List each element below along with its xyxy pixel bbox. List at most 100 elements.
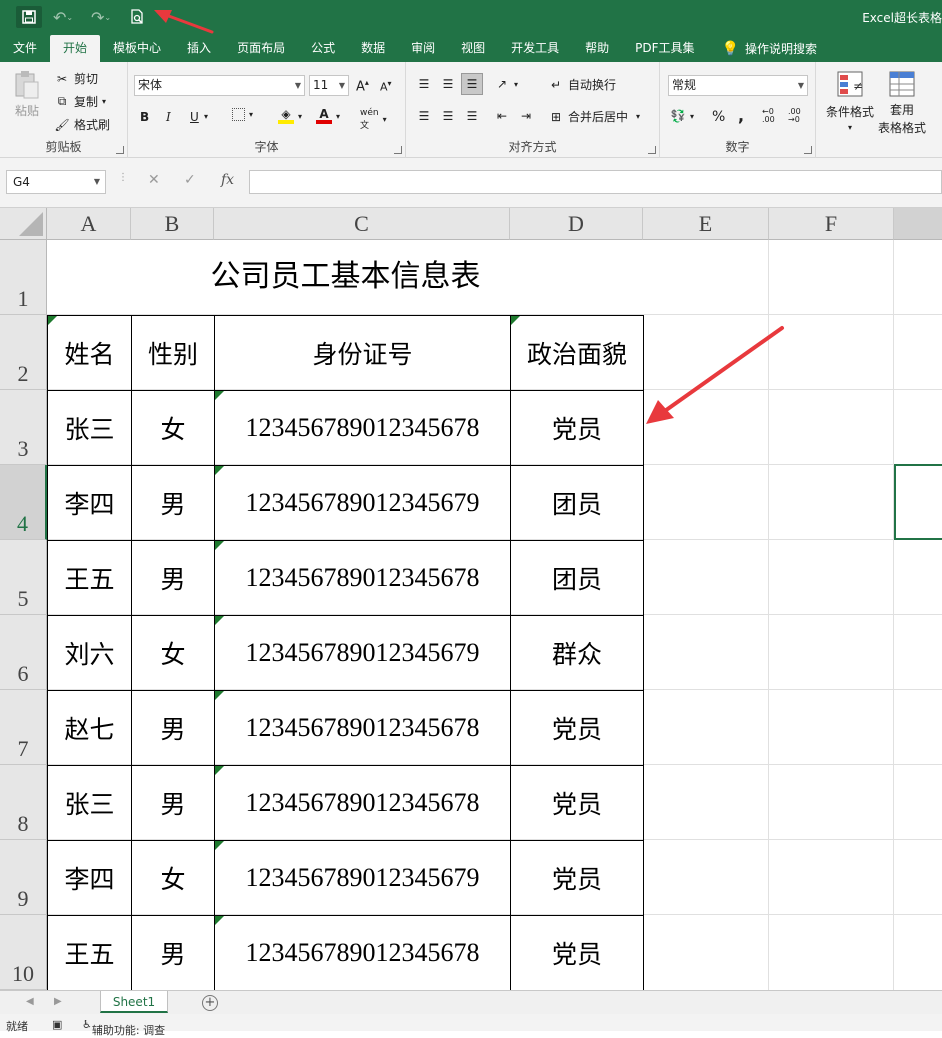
- name-cell[interactable]: 赵七: [47, 689, 132, 766]
- gender-cell[interactable]: 男: [131, 914, 215, 990]
- next-sheet-icon[interactable]: ▶: [54, 996, 62, 1007]
- political-status-cell[interactable]: 党员: [510, 389, 644, 466]
- gender-cell[interactable]: 男: [131, 539, 215, 616]
- row-header-6[interactable]: 6: [0, 615, 47, 690]
- header-cell[interactable]: 政治面貌: [510, 314, 644, 391]
- row-header-1[interactable]: 1: [0, 240, 47, 315]
- id-number-cell[interactable]: 123456789012345678: [214, 914, 511, 990]
- wrap-text-button[interactable]: ↵ 自动换行: [548, 76, 616, 93]
- name-cell[interactable]: 张三: [47, 389, 132, 466]
- number-launcher[interactable]: [804, 146, 812, 154]
- id-number-cell[interactable]: 123456789012345679: [214, 839, 511, 916]
- tab-pdf-tools[interactable]: PDF工具集: [622, 35, 707, 62]
- font-launcher[interactable]: [394, 146, 402, 154]
- comma-button[interactable]: ,: [738, 106, 744, 125]
- decrease-font-button[interactable]: A▾: [380, 79, 392, 94]
- column-header-d[interactable]: D: [510, 208, 643, 240]
- align-top-button[interactable]: ☰: [416, 76, 432, 92]
- name-cell[interactable]: 王五: [47, 914, 132, 990]
- row-header-10[interactable]: 10: [0, 915, 47, 990]
- tab-home[interactable]: 开始: [50, 35, 101, 62]
- name-cell[interactable]: 李四: [47, 839, 132, 916]
- add-sheet-button[interactable]: +: [202, 995, 218, 1011]
- id-number-cell[interactable]: 123456789012345678: [214, 689, 511, 766]
- header-cell[interactable]: 性别: [131, 314, 215, 391]
- political-status-cell[interactable]: 党员: [510, 914, 644, 990]
- tab-templates[interactable]: 模板中心: [100, 35, 174, 62]
- align-left-button[interactable]: ☰: [416, 108, 432, 124]
- tab-developer[interactable]: 开发工具: [498, 35, 572, 62]
- percent-button[interactable]: %: [712, 109, 725, 125]
- insert-function-button[interactable]: fx: [221, 172, 234, 188]
- column-header-f[interactable]: F: [769, 208, 894, 240]
- header-cell[interactable]: 姓名: [47, 314, 132, 391]
- increase-font-button[interactable]: A▴: [356, 78, 369, 94]
- orientation-button[interactable]: ↗ ▾: [494, 76, 518, 92]
- tab-view[interactable]: 视图: [448, 35, 498, 62]
- political-status-cell[interactable]: 团员: [510, 464, 644, 541]
- column-header-b[interactable]: B: [131, 208, 214, 240]
- macro-record-icon[interactable]: ▣: [52, 1018, 62, 1031]
- redo-button[interactable]: ↷ ⌄: [86, 6, 116, 28]
- copy-button[interactable]: ⧉ 复制 ▾: [54, 93, 106, 110]
- align-right-button[interactable]: ☰: [464, 108, 480, 124]
- gender-cell[interactable]: 女: [131, 839, 215, 916]
- id-number-cell[interactable]: 123456789012345678: [214, 539, 511, 616]
- column-header-c[interactable]: C: [214, 208, 510, 240]
- align-middle-button[interactable]: ☰: [440, 76, 456, 92]
- row-header-9[interactable]: 9: [0, 840, 47, 915]
- political-status-cell[interactable]: 党员: [510, 689, 644, 766]
- name-cell[interactable]: 刘六: [47, 614, 132, 691]
- active-cell-g4[interactable]: [894, 464, 942, 540]
- row-header-8[interactable]: 8: [0, 765, 47, 840]
- political-status-cell[interactable]: 党员: [510, 764, 644, 841]
- align-center-button[interactable]: ☰: [440, 108, 456, 124]
- bold-button[interactable]: B: [140, 110, 149, 124]
- tab-data[interactable]: 数据: [348, 35, 398, 62]
- prev-sheet-icon[interactable]: ◀: [26, 996, 34, 1007]
- alignment-launcher[interactable]: [648, 146, 656, 154]
- name-box[interactable]: G4 ▼: [6, 170, 106, 194]
- fill-color-button[interactable]: ◈ ▾: [278, 107, 302, 124]
- row-header-7[interactable]: 7: [0, 690, 47, 765]
- cancel-icon[interactable]: ✕: [148, 172, 160, 188]
- table-title-cell[interactable]: 公司员工基本信息表: [47, 240, 644, 316]
- id-number-cell[interactable]: 123456789012345678: [214, 764, 511, 841]
- tab-formulas[interactable]: 公式: [298, 35, 348, 62]
- increase-decimal-button[interactable]: ←0.00: [762, 108, 775, 124]
- political-status-cell[interactable]: 党员: [510, 839, 644, 916]
- id-number-cell[interactable]: 123456789012345679: [214, 464, 511, 541]
- undo-button[interactable]: ↶ ⌄: [48, 6, 78, 28]
- font-name-select[interactable]: 宋体 ▼: [134, 75, 305, 96]
- id-number-cell[interactable]: 123456789012345679: [214, 614, 511, 691]
- column-header-a[interactable]: A: [47, 208, 131, 240]
- sheet-tab-sheet1[interactable]: Sheet1: [100, 991, 168, 1013]
- name-cell[interactable]: 张三: [47, 764, 132, 841]
- phonetic-button[interactable]: wén 文 ▾: [360, 108, 387, 131]
- borders-button[interactable]: ▾: [232, 108, 253, 121]
- header-cell[interactable]: 身份证号: [214, 314, 511, 391]
- paste-button[interactable]: 粘贴: [14, 70, 40, 119]
- gender-cell[interactable]: 男: [131, 689, 215, 766]
- number-format-select[interactable]: 常规 ▼: [668, 75, 808, 96]
- gender-cell[interactable]: 女: [131, 614, 215, 691]
- gender-cell[interactable]: 男: [131, 764, 215, 841]
- customize-quick-access-button[interactable]: ▾: [156, 6, 172, 28]
- row-header-5[interactable]: 5: [0, 540, 47, 615]
- confirm-icon[interactable]: ✓: [184, 172, 196, 188]
- underline-dropdown[interactable]: ▾: [204, 112, 208, 121]
- save-button[interactable]: [16, 6, 42, 28]
- id-number-cell[interactable]: 123456789012345678: [214, 389, 511, 466]
- column-header-g[interactable]: [894, 208, 942, 240]
- tab-file[interactable]: 文件: [0, 35, 50, 62]
- cut-button[interactable]: ✂ 剪切: [54, 70, 98, 87]
- clipboard-launcher[interactable]: [116, 146, 124, 154]
- gender-cell[interactable]: 女: [131, 389, 215, 466]
- name-cell[interactable]: 李四: [47, 464, 132, 541]
- formula-input[interactable]: [249, 170, 942, 194]
- tab-review[interactable]: 审阅: [398, 35, 448, 62]
- row-header-4[interactable]: 4: [0, 465, 47, 540]
- increase-indent-button[interactable]: ⇥: [518, 108, 534, 124]
- select-all-button[interactable]: [0, 208, 47, 240]
- political-status-cell[interactable]: 团员: [510, 539, 644, 616]
